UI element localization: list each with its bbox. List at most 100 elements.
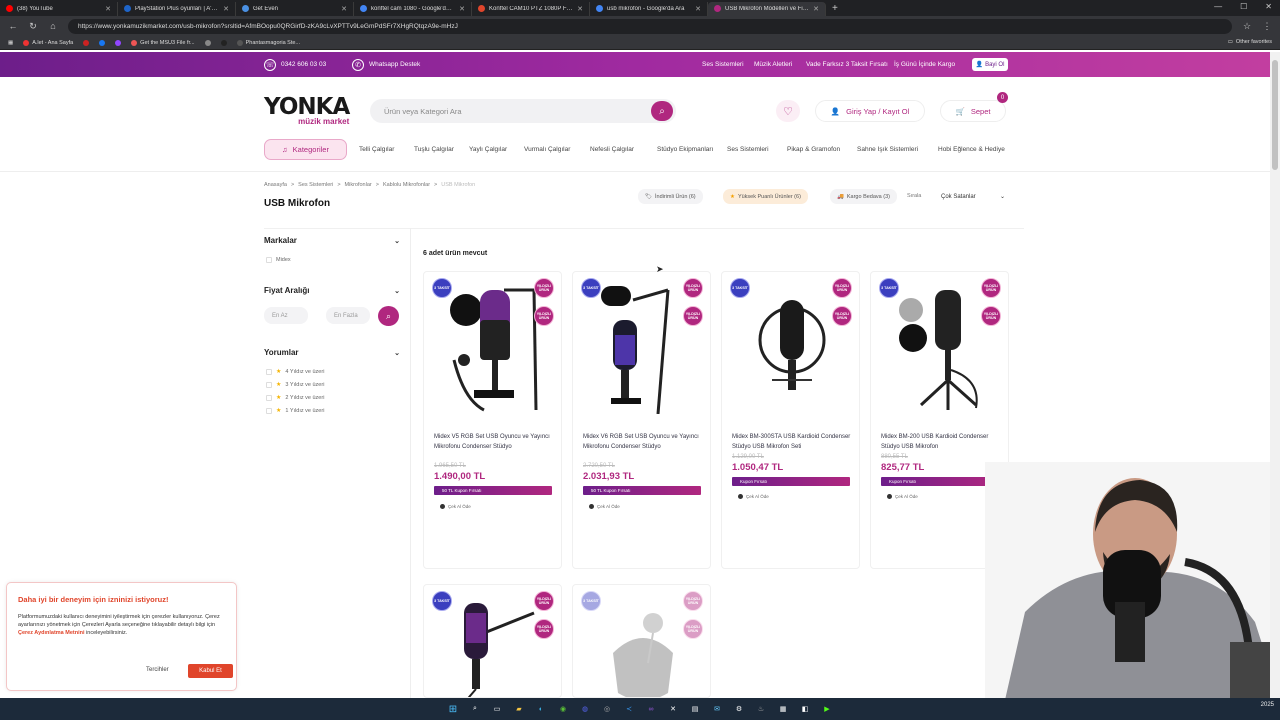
chip-discounted[interactable]: 🏷 İndirimli Ürün (6): [638, 189, 703, 204]
minimize-icon[interactable]: —: [1214, 2, 1222, 11]
close-tab-icon[interactable]: ✕: [341, 5, 347, 13]
categories-button[interactable]: ♫ Kategoriler: [264, 139, 347, 160]
product-image[interactable]: [444, 280, 544, 414]
product-image[interactable]: [891, 280, 991, 414]
reviews-filter-header[interactable]: Yorumlar ⌄: [264, 348, 400, 357]
chip-free-shipping[interactable]: 🚚 Kargo Bedava (3): [830, 189, 897, 204]
home-icon[interactable]: ⌂: [48, 21, 58, 31]
breadcrumb-item[interactable]: Anasayfa: [264, 182, 287, 188]
app-icon[interactable]: ▶: [820, 702, 834, 716]
bookmark-item[interactable]: A.let - Ana Sayfa: [23, 39, 73, 46]
product-image[interactable]: [444, 593, 544, 697]
product-name[interactable]: Midex BM-200 USB Kardioid Condenser Stüd…: [881, 432, 1001, 452]
checkbox[interactable]: [266, 394, 272, 401]
review-option[interactable]: ★ 1 Yıldız ve üzeri: [266, 407, 324, 414]
brands-filter-header[interactable]: Markalar ⌄: [264, 236, 400, 245]
nav-item[interactable]: Sahne Işık Sistemleri: [857, 146, 918, 153]
sort-select[interactable]: Çok Satanlar ⌄: [937, 190, 1009, 203]
checkbox[interactable]: [266, 381, 272, 388]
star-icon[interactable]: ☆: [1242, 21, 1252, 32]
app-icon[interactable]: ✕: [666, 702, 680, 716]
browser-tab[interactable]: USB Mikrofon Modelleri ve Fiyatl ✕: [708, 1, 826, 16]
search-icon[interactable]: ⌕: [468, 702, 482, 716]
coupon-banner[interactable]: Kupon Fırsatı: [881, 477, 999, 486]
task-view-icon[interactable]: ▭: [490, 702, 504, 716]
product-card[interactable]: 3 TAKSİT YILDIZLI ÜRÜN YILDIZLI ÜRÜN Midex …: [721, 271, 860, 569]
scrollbar-thumb[interactable]: [1272, 60, 1278, 170]
toplink-instruments[interactable]: Müzik Aletleri: [754, 52, 792, 77]
nav-item[interactable]: Stüdyo Ekipmanları: [657, 146, 713, 153]
product-image[interactable]: [593, 280, 693, 415]
breadcrumb-item[interactable]: Mikrofonlar: [345, 182, 372, 188]
discord-icon[interactable]: ◍: [578, 702, 592, 716]
visual-studio-icon[interactable]: ∞: [644, 702, 658, 716]
bookmark-item[interactable]: Get the MSU3 File fr...: [131, 39, 195, 46]
maximize-icon[interactable]: ☐: [1240, 2, 1247, 11]
chrome-icon[interactable]: ◉: [556, 702, 570, 716]
bookmark-icon-only[interactable]: [99, 39, 106, 46]
settings-icon[interactable]: ⚙: [732, 702, 746, 716]
toplink-sound-systems[interactable]: Ses Sistemleri: [702, 52, 744, 77]
review-option[interactable]: ★ 2 Yıldız ve üzeri: [266, 394, 324, 401]
coupon-banner[interactable]: Kupon Fırsatı: [732, 477, 850, 486]
close-tab-icon[interactable]: ✕: [577, 5, 583, 13]
product-card[interactable]: 3 TAKSİT YILDIZLI ÜRÜN YILDIZLI ÜRÜN Midex …: [423, 271, 562, 569]
site-logo[interactable]: YONKA müzik market: [264, 96, 350, 127]
breadcrumb-item[interactable]: USB Mikrofon: [441, 182, 475, 188]
coupon-banner[interactable]: 50 TL Kupon Fırsatı: [434, 486, 552, 495]
taskbar-clock[interactable]: 2025: [1261, 701, 1274, 709]
nav-item[interactable]: Telli Çalgılar: [359, 146, 394, 153]
app-icon[interactable]: ▦: [776, 702, 790, 716]
product-image[interactable]: [742, 280, 842, 414]
toplink-shipping[interactable]: İş Günü İçinde Kargo: [894, 52, 955, 77]
chip-high-rated[interactable]: ★ Yüksek Puanlı Ürünler (6): [723, 189, 808, 204]
search-input[interactable]: Ürün veya Kategori Ara: [370, 99, 676, 123]
reload-icon[interactable]: ↻: [28, 21, 38, 32]
steam-icon[interactable]: ♨: [754, 702, 768, 716]
app-icon[interactable]: ▤: [688, 702, 702, 716]
close-tab-icon[interactable]: ✕: [223, 5, 229, 13]
price-min-input[interactable]: En Az: [264, 307, 308, 324]
product-card[interactable]: 3 TAKSİT YILDIZLI ÜRÜN YILDIZLI ÜRÜN Midex …: [572, 271, 711, 569]
url-field[interactable]: https://www.yonkamuzikmarket.com/usb-mik…: [68, 18, 1232, 34]
nav-item[interactable]: Tuşlu Çalgılar: [414, 146, 454, 153]
search-button[interactable]: ⌕: [651, 101, 673, 121]
nav-item[interactable]: Ses Sistemleri: [727, 146, 769, 153]
apps-icon[interactable]: ▦: [8, 40, 13, 46]
nav-item[interactable]: Vurmalı Çalgılar: [524, 146, 570, 153]
browser-tab[interactable]: konftel cam 1080 - Google'da Ara ✕: [354, 1, 472, 16]
product-card[interactable]: 3 TAKSİT YILDIZLI ÜRÜN YILDIZLI ÜRÜN: [572, 584, 711, 698]
windows-start-icon[interactable]: ⊞: [446, 702, 460, 716]
product-name[interactable]: Midex V6 RGB Set USB Oyuncu ve Yayıncı M…: [583, 432, 703, 452]
vscode-icon[interactable]: ≺: [622, 702, 636, 716]
brand-option[interactable]: Midex: [266, 257, 291, 263]
file-explorer-icon[interactable]: ▰: [512, 702, 526, 716]
product-name[interactable]: Midex BM-300STA USB Kardioid Condenser S…: [732, 432, 852, 452]
bookmark-icon-only[interactable]: [220, 39, 227, 46]
cookie-policy-link[interactable]: Çerez Aydınlatma Metnini: [18, 630, 85, 636]
close-tab-icon[interactable]: ✕: [813, 5, 819, 13]
close-icon[interactable]: ✕: [1265, 2, 1272, 11]
favorites-button[interactable]: ♡: [776, 100, 800, 122]
whatsapp-link[interactable]: ✆ Whatsapp Destek: [352, 52, 420, 77]
cart-button[interactable]: 🛒 Sepet: [940, 100, 1006, 122]
nav-item[interactable]: Hobi Eğlence & Hediye: [938, 146, 1005, 153]
close-tab-icon[interactable]: ✕: [459, 5, 465, 13]
bookmark-icon-only[interactable]: [83, 39, 90, 46]
checkbox[interactable]: [266, 368, 272, 375]
product-name[interactable]: Midex V5 RGB Set USB Oyuncu ve Yayıncı M…: [434, 432, 554, 452]
review-option[interactable]: ★ 4 Yıldız ve üzeri: [266, 368, 324, 375]
cookie-preferences-button[interactable]: Tercihler: [146, 667, 169, 673]
other-bookmarks[interactable]: ▭ Other favorites: [1228, 39, 1272, 45]
cookie-accept-button[interactable]: Kabul Et: [188, 664, 233, 678]
extensions-icon[interactable]: ⋮: [1262, 21, 1272, 32]
edge-icon[interactable]: ◐: [534, 702, 548, 716]
toplink-installments[interactable]: Vade Farksız 3 Taksit Fırsatı: [806, 52, 888, 77]
coupon-banner[interactable]: 50 TL Kupon Fırsatı: [583, 486, 701, 495]
review-option[interactable]: ★ 3 Yıldız ve üzeri: [266, 381, 324, 388]
breadcrumb-item[interactable]: Ses Sistemleri: [298, 182, 333, 188]
price-filter-header[interactable]: Fiyat Aralığı ⌄: [264, 286, 400, 295]
login-button[interactable]: 👤 Giriş Yap / Kayıt Ol: [815, 100, 925, 122]
browser-tab[interactable]: PlayStation Plus oyunları | A'dan ✕: [118, 1, 236, 16]
bookmark-icon-only[interactable]: [204, 39, 211, 46]
